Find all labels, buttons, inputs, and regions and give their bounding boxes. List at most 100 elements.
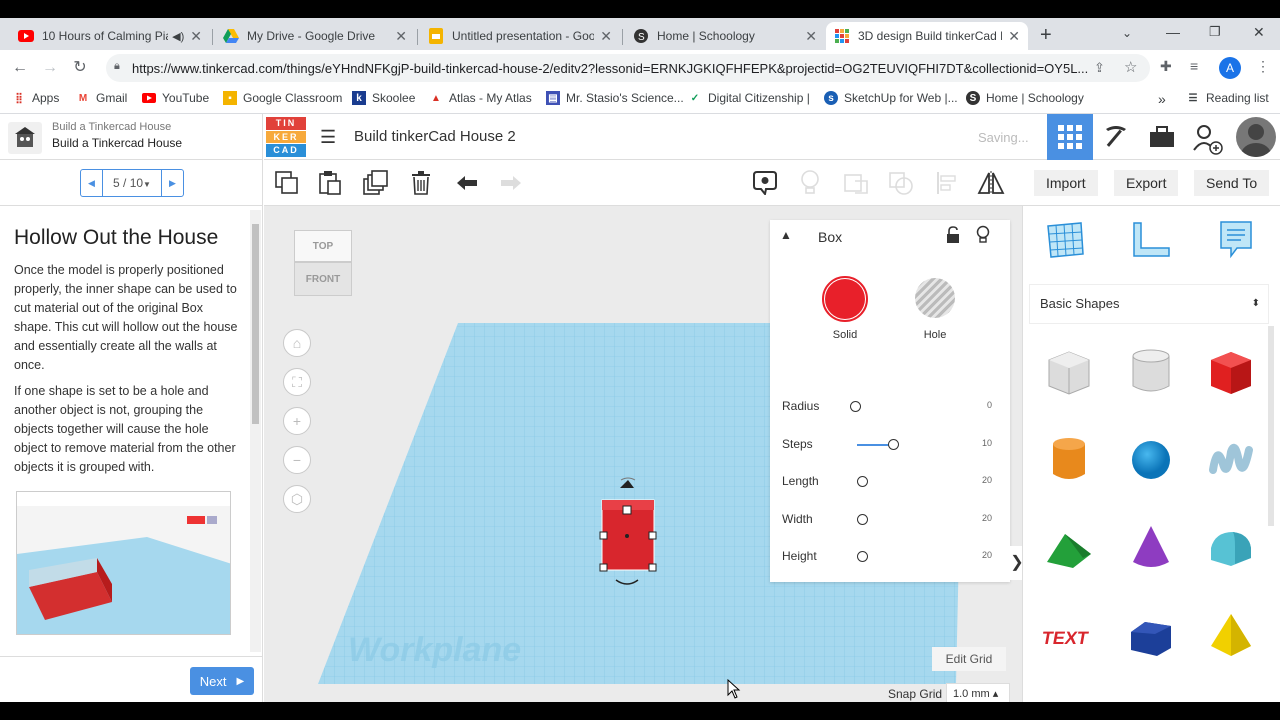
paste-button[interactable] <box>315 168 345 198</box>
redo-button[interactable] <box>496 168 526 198</box>
speaker-icon[interactable]: ◀) <box>172 30 184 43</box>
zoom-in-button[interactable]: + <box>283 407 311 435</box>
close-tab-icon[interactable]: ✕ <box>1008 28 1020 45</box>
show-all-button[interactable] <box>795 168 825 198</box>
width-slider[interactable] <box>857 514 868 525</box>
design-name[interactable]: Build tinkerCad House 2 <box>354 128 516 145</box>
bookmark-atlas[interactable]: ▲ Atlas - My Atlas <box>429 91 532 105</box>
height-slider[interactable] <box>857 551 868 562</box>
box-shape[interactable] <box>1203 344 1259 400</box>
next-button[interactable]: Next ▶ <box>190 667 254 695</box>
close-tab-icon[interactable]: ✕ <box>395 28 407 45</box>
forward-icon[interactable]: → <box>40 58 60 78</box>
hole-button[interactable] <box>915 278 955 318</box>
tab-google-slides[interactable]: Untitled presentation - Goog ✕ <box>420 22 620 50</box>
solid-color-button[interactable] <box>822 276 868 322</box>
height-value[interactable]: 20 <box>982 550 992 560</box>
3d-view-button[interactable] <box>1047 114 1093 160</box>
menu-kebab-icon[interactable]: ⋮ <box>1256 58 1270 75</box>
text-shape[interactable]: TEXT <box>1041 608 1097 664</box>
duplicate-button[interactable] <box>361 168 391 198</box>
close-window-icon[interactable]: ✕ <box>1253 24 1265 41</box>
lightbulb-icon[interactable] <box>976 225 990 245</box>
collapse-caret-icon[interactable]: ▲ <box>780 228 792 242</box>
library-collapse-chevron-icon[interactable]: ❯ <box>1010 546 1022 580</box>
bookmark-schoology[interactable]: S Home | Schoology <box>966 91 1084 105</box>
address-bar[interactable]: 🔒︎ https://www.tinkercad.com/things/eYHn… <box>106 54 1150 82</box>
3d-workplane-canvas[interactable]: Workplane TOP FRONT ⌂ ⛶ + − ⬡ ▲ Box Soli… <box>264 206 1022 702</box>
shape-name[interactable]: Box <box>818 229 842 245</box>
bookmark-sketchup[interactable]: s SketchUp for Web |... <box>824 91 958 105</box>
design-list-icon[interactable]: ☰ <box>320 127 336 148</box>
ungroup-button[interactable] <box>886 168 916 198</box>
radius-value[interactable]: 0 <box>987 400 992 410</box>
tab-tinkercad[interactable]: 3D design Build tinkerCad H ✕ <box>826 22 1028 50</box>
cylinder-hole-shape[interactable] <box>1123 344 1179 400</box>
bookmark-classroom[interactable]: ▪ Google Classroom <box>223 91 342 105</box>
notes-button[interactable] <box>750 168 780 198</box>
zoom-out-button[interactable]: − <box>283 446 311 474</box>
import-button[interactable]: Import <box>1034 170 1098 196</box>
edit-grid-button[interactable]: Edit Grid <box>932 647 1006 671</box>
close-tab-icon[interactable]: ✕ <box>190 28 202 45</box>
round-roof-shape[interactable] <box>1203 520 1259 576</box>
next-step-button[interactable]: ▶ <box>161 170 183 196</box>
cylinder-shape[interactable] <box>1041 432 1097 488</box>
lock-icon[interactable] <box>946 226 960 244</box>
bookmark-youtube[interactable]: YouTube <box>142 91 209 105</box>
length-slider[interactable] <box>857 476 868 487</box>
user-avatar[interactable] <box>1236 117 1276 157</box>
bookmark-digital-citizenship[interactable]: ✓ Digital Citizenship | <box>688 91 810 105</box>
close-tab-icon[interactable]: ✕ <box>805 28 817 45</box>
profile-avatar[interactable]: A <box>1219 57 1241 79</box>
undo-button[interactable] <box>452 168 482 198</box>
cone-shape[interactable] <box>1123 520 1179 576</box>
bookmark-star-icon[interactable]: ☆ <box>1124 58 1137 76</box>
tab-search-icon[interactable]: ⌄ <box>1122 26 1132 40</box>
pyramid-shape[interactable] <box>1203 608 1259 664</box>
view-cube[interactable]: TOP FRONT <box>292 230 354 300</box>
notes-tool-button[interactable] <box>1219 220 1253 260</box>
bookmark-apps[interactable]: ⣿ Apps <box>12 91 59 105</box>
copy-button[interactable] <box>272 168 302 198</box>
step-selector[interactable]: 5 / 10▼ <box>103 176 161 190</box>
snap-grid-select[interactable]: 1.0 mm ▴ <box>946 683 1010 702</box>
delete-button[interactable] <box>406 168 436 198</box>
minecraft-view-button[interactable] <box>1093 114 1139 160</box>
box-hole-shape[interactable] <box>1041 344 1097 400</box>
steps-slider-track[interactable] <box>857 444 891 446</box>
shape-category-select[interactable]: Basic Shapes ⬍ <box>1029 284 1269 324</box>
roof-shape[interactable] <box>1041 520 1097 576</box>
new-tab-icon[interactable]: + <box>1040 24 1052 47</box>
minimize-icon[interactable]: — <box>1166 24 1180 40</box>
send-to-button[interactable]: Send To <box>1194 170 1270 196</box>
restore-icon[interactable]: ❐ <box>1209 24 1221 40</box>
lesson-scrollbar[interactable] <box>250 210 261 652</box>
mirror-button[interactable] <box>976 168 1006 198</box>
align-button[interactable] <box>932 168 962 198</box>
steps-value[interactable]: 10 <box>982 438 992 448</box>
scribble-shape[interactable] <box>1203 432 1259 488</box>
tinkercad-logo[interactable]: TIN KER CAD <box>266 117 306 157</box>
prev-step-button[interactable]: ◀ <box>81 170 103 196</box>
width-value[interactable]: 20 <box>982 513 992 523</box>
bricks-view-button[interactable] <box>1139 114 1185 160</box>
radius-slider[interactable] <box>850 401 861 412</box>
home-view-button[interactable]: ⌂ <box>283 329 311 357</box>
reading-list-button[interactable]: ☰ Reading list <box>1186 91 1269 105</box>
ruler-tool-button[interactable] <box>1131 220 1171 260</box>
sphere-shape[interactable] <box>1123 432 1179 488</box>
close-tab-icon[interactable]: ✕ <box>600 28 612 45</box>
more-bookmarks-button[interactable]: » <box>1158 91 1166 107</box>
library-scrollbar[interactable] <box>1268 326 1274 526</box>
media-control-icon[interactable]: ≡ <box>1190 58 1198 74</box>
polygon-shape[interactable] <box>1123 608 1179 664</box>
selected-box-shape[interactable] <box>594 466 664 596</box>
tab-youtube[interactable]: 10 Hours of Calming Pia ◀) ✕ <box>10 22 210 50</box>
add-collaborator-button[interactable] <box>1190 122 1226 158</box>
back-icon[interactable]: ← <box>10 58 30 78</box>
length-value[interactable]: 20 <box>982 475 992 485</box>
view-cube-top[interactable]: TOP <box>294 230 352 262</box>
tab-google-drive[interactable]: My Drive - Google Drive ✕ <box>215 22 415 50</box>
steps-slider[interactable] <box>888 439 899 450</box>
